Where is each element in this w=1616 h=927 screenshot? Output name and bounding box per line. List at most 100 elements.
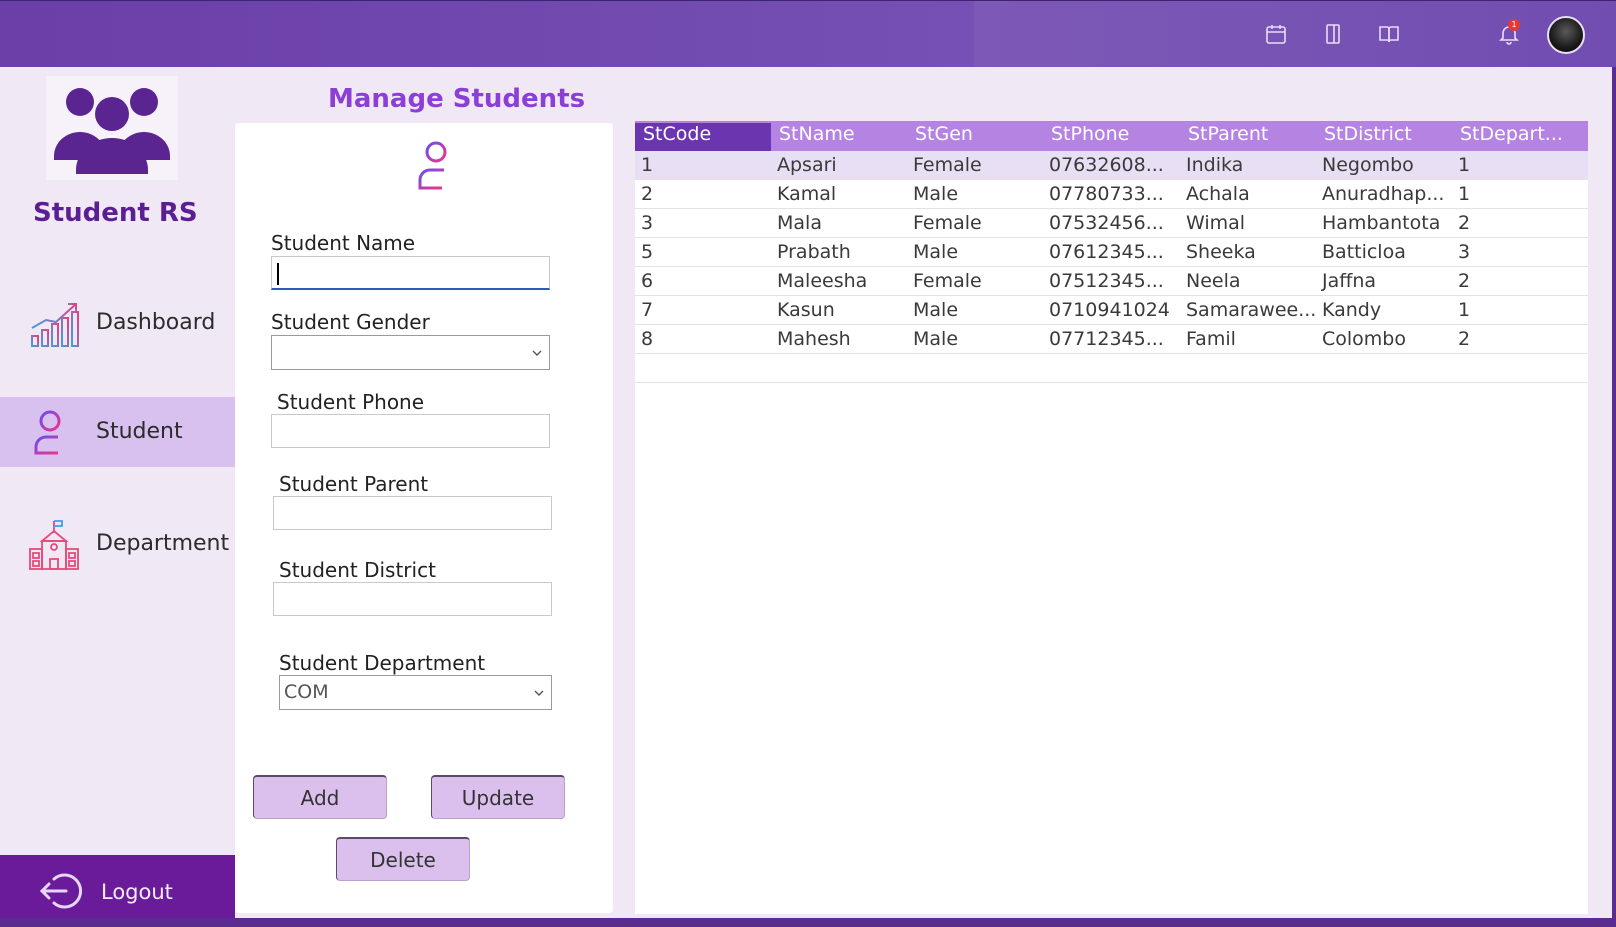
table-cell: Famil — [1186, 328, 1236, 350]
table-cell: Female — [913, 270, 982, 292]
app-name: Student RS — [33, 198, 198, 228]
table-cell: Achala — [1186, 183, 1250, 205]
table-cell: 2 — [1458, 328, 1471, 350]
chart-growth-icon — [28, 298, 80, 350]
table-row[interactable]: 5 Prabath Male 07612345... Sheeka Batticloa 3 — [635, 238, 1588, 267]
table-cell: 07612345... — [1049, 241, 1164, 263]
avatar[interactable] — [1547, 16, 1585, 54]
table-cell: 07632608... — [1049, 154, 1164, 176]
table-row[interactable]: 8 Mahesh Male 07712345... Famil Colombo 2 — [635, 325, 1588, 354]
student-parent-input[interactable] — [273, 496, 552, 530]
column-header[interactable]: StDistrict — [1316, 123, 1452, 151]
window-edge — [1612, 67, 1616, 927]
table-cell: Male — [913, 241, 959, 263]
table-cell: 5 — [641, 241, 654, 263]
table-cell: Maleesha — [777, 270, 868, 292]
table-cell: 2 — [641, 183, 654, 205]
book-open-icon[interactable] — [1377, 22, 1401, 46]
table-cell: Sheeka — [1186, 241, 1256, 263]
school-building-icon — [28, 519, 80, 571]
student-phone-input[interactable] — [271, 414, 550, 448]
student-district-input[interactable] — [273, 582, 552, 616]
table-cell: Male — [913, 183, 959, 205]
table-cell: 6 — [641, 270, 654, 292]
table-cell: 1 — [1458, 154, 1471, 176]
table-cell: Jaffna — [1322, 270, 1377, 292]
student-parent-label: Student Parent — [279, 472, 429, 496]
table-empty-row[interactable] — [635, 354, 1588, 383]
column-header[interactable]: StCode — [635, 123, 771, 151]
table-cell: Mahesh — [777, 328, 851, 350]
app-logo — [46, 76, 178, 180]
table-cell: Kamal — [777, 183, 837, 205]
column-header[interactable]: StDepart... — [1452, 123, 1588, 151]
student-gender-label: Student Gender — [271, 310, 430, 334]
add-user-icon — [28, 407, 80, 459]
sidebar-item-department[interactable]: Department — [0, 509, 235, 579]
table-row[interactable]: 1 Apsari Female 07632608... Indika Negombo 1 — [635, 151, 1588, 180]
table-header: StCode StName StGen StPhone StParent StD… — [635, 121, 1588, 151]
table-row[interactable]: 2 Kamal Male 07780733... Achala Anuradhap... 1 — [635, 180, 1588, 209]
table-cell: 2 — [1458, 212, 1471, 234]
student-name-input[interactable] — [271, 256, 550, 290]
student-district-label: Student District — [279, 558, 436, 582]
table-cell: 1 — [1458, 183, 1471, 205]
table-cell: 1 — [641, 154, 654, 176]
table-cell: 7 — [641, 299, 654, 321]
table-cell: Anuradhap... — [1322, 183, 1445, 205]
bookmark-icon[interactable] — [1321, 22, 1345, 46]
table-cell: Male — [913, 328, 959, 350]
notification-badge: 1 — [1508, 19, 1520, 31]
sidebar-item-label: Dashboard — [96, 310, 216, 335]
table-cell: Indika — [1186, 154, 1244, 176]
table-cell: Female — [913, 154, 982, 176]
table-cell: Wimal — [1186, 212, 1246, 234]
table-cell: Apsari — [777, 154, 837, 176]
table-cell: Samarawee... — [1186, 299, 1317, 321]
users-group-icon — [54, 88, 170, 174]
table-cell: 07532456... — [1049, 212, 1164, 234]
table-cell: Prabath — [777, 241, 851, 263]
student-phone-label: Student Phone — [277, 390, 425, 414]
table-cell: 3 — [641, 212, 654, 234]
student-gender-select[interactable] — [271, 335, 550, 370]
update-button[interactable]: Update — [431, 775, 565, 819]
column-header[interactable]: StName — [771, 123, 907, 151]
table-cell: 07512345... — [1049, 270, 1164, 292]
calendar-icon[interactable] — [1264, 22, 1288, 46]
window-edge — [0, 918, 1616, 927]
table-row[interactable]: 7 Kasun Male 0710941024 Samarawee... Kandy 1 — [635, 296, 1588, 325]
text-caret — [277, 263, 279, 285]
table-cell: Kandy — [1322, 299, 1382, 321]
chevron-down-icon — [533, 687, 545, 699]
table-row[interactable]: 3 Mala Female 07532456... Wimal Hambantota 2 — [635, 209, 1588, 238]
add-user-icon — [412, 140, 462, 194]
table-cell: Mala — [777, 212, 822, 234]
student-name-label: Student Name — [271, 231, 416, 255]
table-cell: 07780733... — [1049, 183, 1164, 205]
table-cell: Negombo — [1322, 154, 1414, 176]
column-header[interactable]: StPhone — [1043, 123, 1179, 151]
logout-button[interactable]: Logout — [0, 855, 235, 927]
table-cell: Kasun — [777, 299, 835, 321]
table-cell: 07712345... — [1049, 328, 1164, 350]
sidebar-item-dashboard[interactable]: Dashboard — [0, 288, 235, 358]
table-cell: Colombo — [1322, 328, 1406, 350]
students-table[interactable]: StCode StName StGen StPhone StParent StD… — [635, 121, 1588, 914]
column-header[interactable]: StParent — [1180, 123, 1316, 151]
sidebar-item-student[interactable]: Student — [0, 397, 235, 467]
table-cell: 0710941024 — [1049, 299, 1170, 321]
chevron-down-icon — [531, 347, 543, 359]
table-cell: Neela — [1186, 270, 1241, 292]
delete-button[interactable]: Delete — [336, 837, 470, 881]
table-row[interactable]: 6 Maleesha Female 07512345... Neela Jaffna 2 — [635, 267, 1588, 296]
table-cell: 1 — [1458, 299, 1471, 321]
table-cell: 3 — [1458, 241, 1471, 263]
table-cell: Male — [913, 299, 959, 321]
student-department-select[interactable]: COM — [279, 675, 552, 710]
add-button[interactable]: Add — [253, 775, 387, 819]
table-cell: 2 — [1458, 270, 1471, 292]
column-header[interactable]: StGen — [907, 123, 1043, 151]
sidebar-item-label: Student — [96, 419, 183, 444]
logout-icon — [36, 871, 82, 911]
